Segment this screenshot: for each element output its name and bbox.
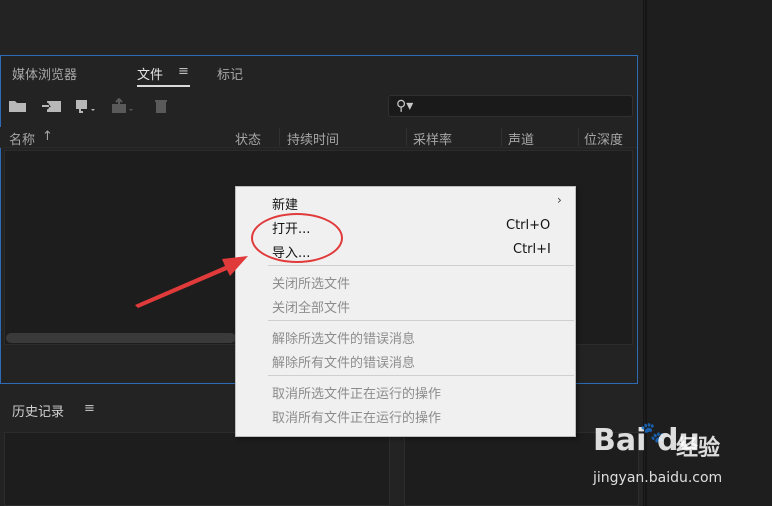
shortcut-open: Ctrl+O	[506, 218, 551, 233]
search-input[interactable]	[388, 95, 633, 117]
menu-item-dismiss-selected-errors[interactable]: 解除所选文件的错误消息	[272, 328, 415, 347]
history-list-area	[4, 432, 390, 506]
menu-item-cancel-all-operations[interactable]: 取消所有文件正在运行的操作	[272, 407, 441, 426]
shortcut-import: Ctrl+I	[513, 242, 551, 257]
menu-item-dismiss-all-errors[interactable]: 解除所有文件的错误消息	[272, 352, 415, 371]
column-separator[interactable]	[578, 128, 579, 146]
tab-files[interactable]: 文件	[137, 64, 163, 83]
column-sample-rate[interactable]: 采样率	[413, 129, 452, 148]
column-duration[interactable]: 持续时间	[287, 129, 339, 148]
menu-item-close-all[interactable]: 关闭全部文件	[272, 297, 350, 316]
menu-item-close-selected[interactable]: 关闭所选文件	[272, 273, 350, 292]
open-folder-icon[interactable]	[7, 98, 29, 114]
column-separator[interactable]	[406, 128, 407, 146]
horizontal-scrollbar[interactable]	[6, 333, 236, 343]
menu-separator	[268, 375, 574, 376]
insert-dropdown-icon[interactable]	[74, 98, 96, 114]
watermark-site-name: 经验	[676, 436, 721, 461]
sort-ascending-icon[interactable]: ↑	[42, 129, 53, 144]
menu-separator	[268, 320, 574, 321]
history-panel-menu-icon[interactable]: ≡	[84, 401, 95, 416]
watermark-brand: Bai	[593, 423, 647, 458]
import-icon[interactable]	[41, 98, 63, 114]
column-separator[interactable]	[279, 128, 280, 146]
highlight-ellipse	[251, 213, 343, 263]
column-channels[interactable]: 声道	[508, 129, 534, 148]
column-status[interactable]: 状态	[235, 129, 261, 148]
top-panel-area	[0, 0, 643, 52]
menu-separator	[268, 265, 574, 266]
annotation-arrow-icon	[135, 256, 248, 308]
tab-media-browser[interactable]: 媒体浏览器	[12, 64, 77, 83]
export-dropdown-icon[interactable]	[110, 97, 133, 114]
active-tab-indicator	[137, 85, 190, 87]
tab-markers[interactable]: 标记	[217, 64, 243, 83]
submenu-arrow-icon: ›	[557, 193, 562, 207]
column-separator[interactable]	[501, 128, 502, 146]
column-bit-depth[interactable]: 位深度	[584, 129, 623, 148]
trash-icon[interactable]	[150, 98, 172, 114]
search-icon[interactable]: ⚲▾	[396, 98, 413, 114]
watermark-url: jingyan.baidu.com	[593, 470, 723, 486]
column-name[interactable]: 名称	[9, 129, 35, 148]
history-panel-title[interactable]: 历史记录	[12, 401, 64, 420]
menu-item-new[interactable]: 新建	[272, 194, 298, 213]
tab-files-menu-icon[interactable]: ≡	[178, 64, 189, 79]
menu-item-cancel-selected-operations[interactable]: 取消所选文件正在运行的操作	[272, 383, 441, 402]
